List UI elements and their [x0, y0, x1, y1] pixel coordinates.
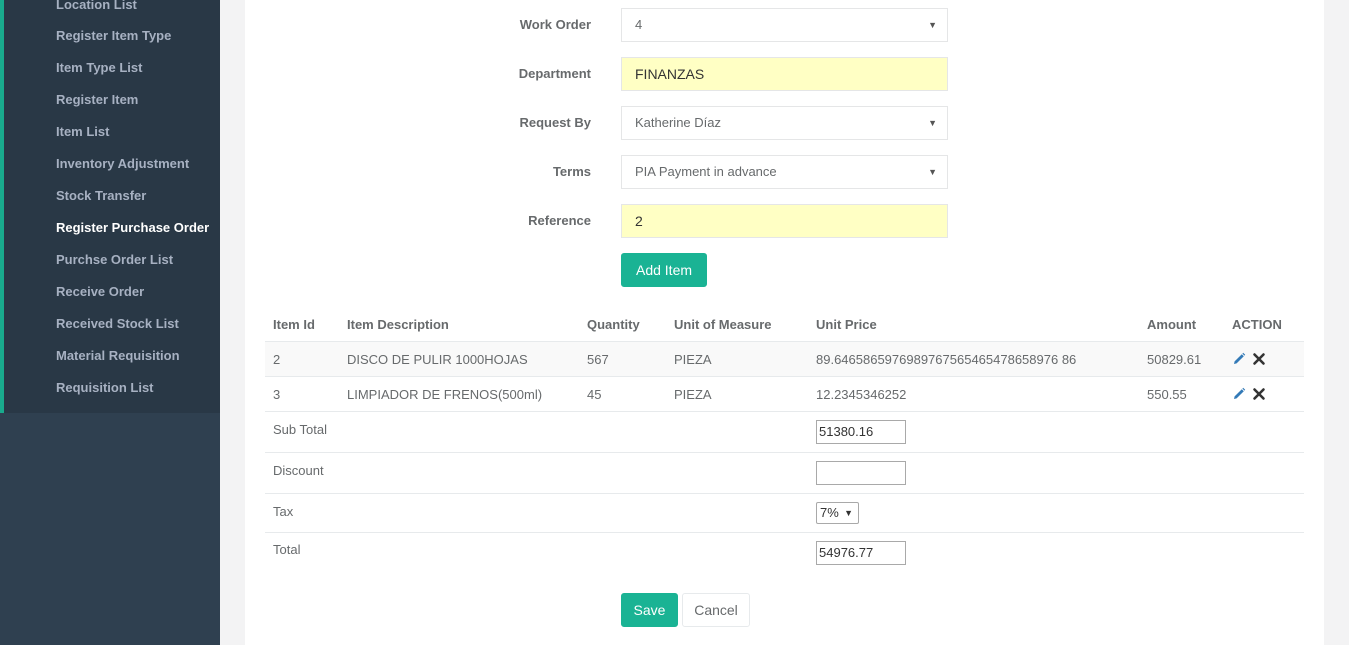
reference-label: Reference	[528, 213, 591, 228]
terms-label: Terms	[552, 164, 591, 179]
header-item-id: Item Id	[273, 317, 315, 332]
tax-value: 7%	[820, 505, 839, 520]
header-amount: Amount	[1147, 317, 1197, 332]
discount-input[interactable]	[816, 461, 906, 485]
reference-field[interactable]: 2	[621, 204, 948, 238]
work-order-label: Work Order	[519, 17, 591, 32]
cancel-button[interactable]: Cancel	[682, 593, 750, 627]
row-item-id: 3	[273, 387, 281, 402]
sub-total-input[interactable]: 51380.16	[816, 420, 906, 444]
row-item-description: LIMPIADOR DE FRENOS(500ml)	[347, 387, 543, 402]
header-item-description: Item Description	[347, 317, 449, 332]
tax-select[interactable]: 7% ▼	[816, 502, 859, 524]
work-order-value: 4	[635, 17, 643, 32]
pencil-icon[interactable]	[1232, 352, 1246, 366]
row-amount: 550.55	[1147, 387, 1187, 402]
row-quantity: 567	[587, 352, 609, 367]
request-by-value: Katherine Díaz	[635, 115, 721, 130]
request-by-label: Request By	[519, 115, 591, 130]
table-row: 2 DISCO DE PULIR 1000HOJAS 567 PIEZA 89.…	[265, 341, 1304, 376]
terms-select[interactable]: PIA Payment in advance ▼	[621, 155, 948, 189]
pencil-icon[interactable]	[1232, 387, 1246, 401]
sub-total-row: Sub Total 51380.16	[265, 411, 1304, 452]
caret-down-icon: ▼	[844, 508, 853, 518]
row-unit-price: 89.6465865976989767565465478658976 86	[816, 352, 1077, 367]
total-input[interactable]: 54976.77	[816, 541, 906, 565]
work-order-select[interactable]: 4 ▼	[621, 8, 948, 42]
caret-down-icon: ▼	[928, 167, 937, 177]
sidebar-item-receive-order[interactable]: Receive Order	[56, 284, 144, 299]
sidebar-item-material-requisition[interactable]: Material Requisition	[56, 348, 180, 363]
header-unit-of-measure: Unit of Measure	[674, 317, 772, 332]
total-row: Total 54976.77	[265, 532, 1304, 572]
department-label: Department	[518, 66, 591, 81]
row-amount: 50829.61	[1147, 352, 1202, 367]
row-unit-of-measure: PIEZA	[674, 352, 712, 367]
main-content: Work Order 4 ▼ Department FINANZAS Reque…	[245, 0, 1324, 645]
request-by-select[interactable]: Katherine Díaz ▼	[621, 106, 948, 140]
row-unit-of-measure: PIEZA	[674, 387, 712, 402]
total-label: Total	[273, 542, 301, 557]
sidebar-item-item-list[interactable]: Item List	[56, 124, 109, 139]
sidebar-item-inventory-adjustment[interactable]: Inventory Adjustment	[56, 156, 189, 171]
tax-label: Tax	[273, 504, 294, 519]
discount-label: Discount	[273, 463, 324, 478]
sub-total-label: Sub Total	[273, 422, 327, 437]
sidebar-item-purchase-order-list[interactable]: Purchse Order List	[56, 252, 173, 267]
terms-value: PIA Payment in advance	[635, 164, 777, 179]
reference-value: 2	[635, 213, 643, 229]
header-unit-price: Unit Price	[816, 317, 877, 332]
times-icon[interactable]	[1252, 352, 1266, 366]
caret-down-icon: ▼	[928, 20, 937, 30]
row-unit-price: 12.2345346252	[816, 387, 907, 402]
sidebar-item-received-stock-list[interactable]: Received Stock List	[56, 316, 179, 331]
department-field[interactable]: FINANZAS	[621, 57, 948, 91]
row-quantity: 45	[587, 387, 602, 402]
caret-down-icon: ▼	[928, 118, 937, 128]
sidebar-item-requisition-list[interactable]: Requisition List	[56, 380, 154, 395]
sidebar-item-stock-transfer[interactable]: Stock Transfer	[56, 188, 146, 203]
sidebar-item-register-item-type[interactable]: Register Item Type	[56, 28, 171, 43]
discount-row: Discount	[265, 452, 1304, 493]
sidebar-item-item-type-list[interactable]: Item Type List	[56, 60, 142, 75]
header-action: ACTION	[1232, 317, 1282, 332]
department-value: FINANZAS	[635, 66, 705, 82]
sidebar-item-register-item[interactable]: Register Item	[56, 92, 138, 107]
table-row: 3 LIMPIADOR DE FRENOS(500ml) 45 PIEZA 12…	[265, 376, 1304, 411]
times-icon[interactable]	[1252, 387, 1266, 401]
header-quantity: Quantity	[587, 317, 640, 332]
row-item-id: 2	[273, 352, 281, 367]
sidebar-item-register-purchase-order[interactable]: Register Purchase Order	[56, 220, 209, 235]
save-button[interactable]: Save	[621, 593, 678, 627]
sidebar: Location List Register Item Type Item Ty…	[0, 0, 220, 645]
add-item-button[interactable]: Add Item	[621, 253, 707, 287]
sidebar-item-location-list[interactable]: Location List	[56, 0, 137, 12]
tax-row: Tax 7% ▼	[265, 493, 1304, 532]
row-item-description: DISCO DE PULIR 1000HOJAS	[347, 352, 528, 367]
